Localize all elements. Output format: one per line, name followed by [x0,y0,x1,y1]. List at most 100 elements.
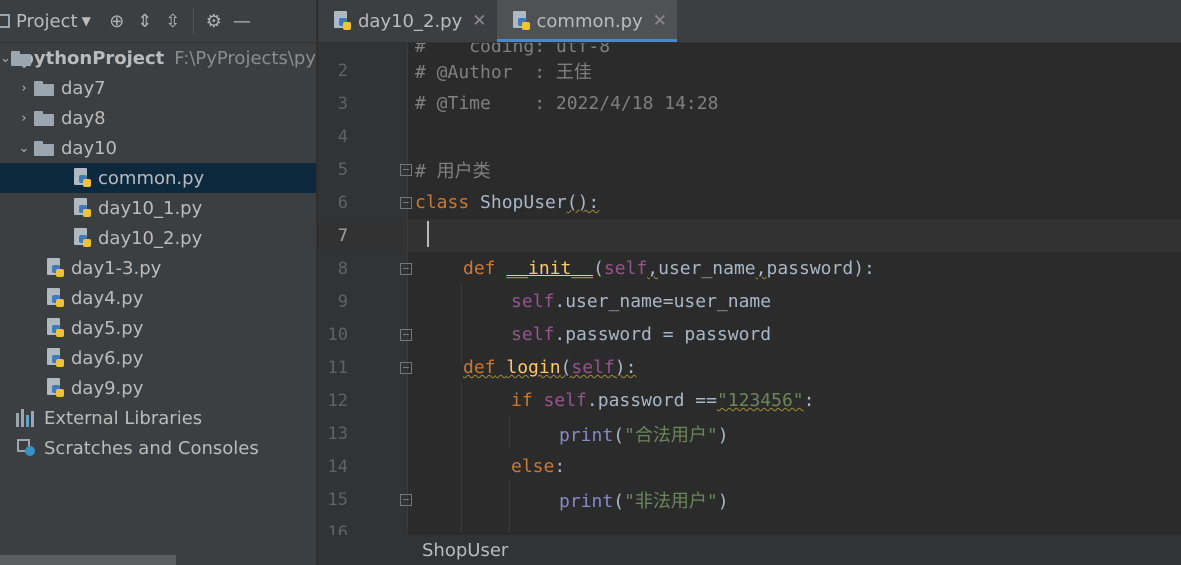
collapse-all-icon[interactable]: ⇳ [159,7,187,35]
line-number: 9 [337,291,348,312]
tree-item-label: day9.py [71,377,144,399]
code-line: 16 [318,516,1181,536]
tree-item-label: day10_1.py [98,197,203,219]
tree-item-day9-py[interactable]: day9.py [0,373,316,403]
tree-item-label: day10 [61,137,118,159]
tree-item-label: day4.py [71,287,144,309]
crosshair-icon[interactable]: ⊕ [103,7,131,35]
folder-icon [34,110,54,126]
chevron-right-icon[interactable]: › [14,111,34,126]
tree-item-label: day1-3.py [71,257,162,279]
folder-icon [10,50,32,66]
line-number: 4 [337,126,348,147]
code-line: 4 [318,120,1181,153]
project-icon [0,14,10,28]
tree-root[interactable]: ⌄ pythonProject F:\PyProjects\py [0,43,316,73]
chevron-down-icon[interactable]: ▼ [82,14,91,28]
breadcrumb-item[interactable]: ShopUser [422,540,508,561]
tree-item-day10-1-py[interactable]: day10_1.py [0,193,316,223]
line-number: 11 [327,357,348,378]
tree-item-day10[interactable]: ⌄ day10 [0,133,316,163]
close-icon[interactable]: ✕ [472,11,486,31]
code-text: class ShopUser(): [415,192,600,213]
folder-icon [34,140,54,156]
minimize-icon[interactable]: — [228,7,256,35]
project-view-selector[interactable]: Project [16,11,78,32]
code-line: 2 # @Author : 王佳 [318,54,1181,87]
indent-guide [461,383,462,533]
tab-label: common.py [536,10,643,32]
code-line: 15 print("非法用户") [318,483,1181,516]
tab-common-py[interactable]: common.py ✕ [496,0,678,42]
chevron-down-icon[interactable]: ⌄ [14,141,34,156]
python-file-icon [511,11,531,31]
chevron-down-icon[interactable]: ⌄ [0,51,11,66]
fold-marker-icon[interactable] [400,361,412,374]
toolbar-divider [192,8,194,34]
tree-item-day7[interactable]: › day7 [0,73,316,103]
python-file-icon [45,288,65,308]
code-text: # coding: utf-8 [415,43,611,57]
tab-day10-2-py[interactable]: day10_2.py ✕ [318,0,497,42]
tree-item-day8[interactable]: › day8 [0,103,316,133]
fold-marker-icon[interactable] [400,163,412,176]
fold-marker-icon[interactable] [400,328,412,341]
fold-marker-icon[interactable] [400,196,412,209]
tree-item-label: Scratches and Consoles [44,437,259,459]
python-file-icon [45,348,65,368]
python-file-icon [332,11,352,31]
line-number: 10 [327,324,348,345]
tree-item-day5-py[interactable]: day5.py [0,313,316,343]
code-editor[interactable]: # coding: utf-8 2 # @Author : 王佳 3 # @Ti… [318,43,1181,535]
tree-item-label: day7 [61,77,106,99]
code-line: 13 print("合法用户") [318,417,1181,450]
folder-icon [34,80,54,96]
code-text: def login(self): [463,357,637,378]
project-toolbar: Project ▼ ⊕ ⇕ ⇳ ⚙ — [0,0,316,43]
line-number: 3 [337,93,348,114]
tree-item-label: External Libraries [44,407,203,429]
scratches-icon [16,438,38,458]
code-line-current: 7 [318,219,1181,252]
fold-marker-icon[interactable] [400,493,412,506]
tree-item-day10-2-py[interactable]: day10_2.py [0,223,316,253]
code-text: if self.password =="123456": [511,390,815,411]
tree-item-external-libraries[interactable]: External Libraries [0,403,316,433]
horizontal-scrollbar[interactable] [0,555,176,565]
code-text: print("非法用户") [559,490,729,512]
gear-icon[interactable]: ⚙ [200,7,228,35]
indent-guide [461,283,462,363]
tree-item-common-py[interactable]: common.py [0,163,316,193]
tab-label: day10_2.py [358,10,463,32]
code-line: 8 def __init__(self,user_name,password): [318,252,1181,285]
editor-tabs: day10_2.py ✕ common.py ✕ [318,0,1181,43]
close-icon[interactable]: ✕ [653,11,667,31]
tree-item-label: day10_2.py [98,227,203,249]
code-text: self.user_name=user_name [511,291,772,312]
tree-item-day6-py[interactable]: day6.py [0,343,316,373]
line-number: 2 [337,60,348,81]
breadcrumb: ShopUser [318,535,1181,565]
line-number: 5 [337,159,348,180]
line-number: 13 [327,423,348,444]
fold-marker-icon[interactable] [400,262,412,275]
expand-all-icon[interactable]: ⇕ [131,7,159,35]
line-number: 6 [337,192,348,213]
tree-item-scratches[interactable]: Scratches and Consoles [0,433,316,463]
chevron-right-icon[interactable]: › [14,81,34,96]
python-file-icon [72,228,92,248]
code-line: 12 if self.password =="123456": [318,384,1181,417]
python-file-icon [72,198,92,218]
code-text: self.password = password [511,324,772,345]
editor-panel: day10_2.py ✕ common.py ✕ # coding: utf-8… [318,0,1181,565]
line-number: 14 [327,456,348,477]
tree-item-day1-3-py[interactable]: day1-3.py [0,253,316,283]
tree-item-label: common.py [98,167,205,189]
tree-item-day4-py[interactable]: day4.py [0,283,316,313]
library-icon [16,409,38,427]
code-text: # @Author : 王佳 [415,61,592,83]
python-file-icon [45,318,65,338]
python-file-icon [45,258,65,278]
code-line: 14 else: [318,450,1181,483]
line-number: 8 [337,258,348,279]
